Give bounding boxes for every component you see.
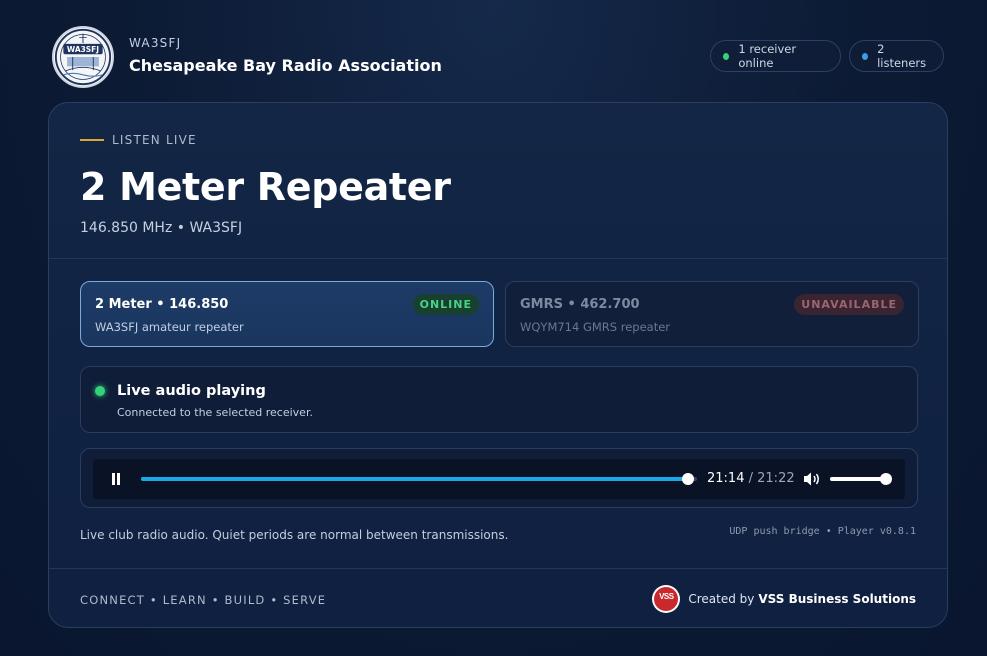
- time-display: 21:14 / 21:22: [707, 471, 795, 486]
- status-badge: UNAVAILABLE: [794, 294, 904, 315]
- receiver-card-gmrs[interactable]: GMRS • 462.700 WQYM714 GMRS repeater UNA…: [505, 281, 919, 347]
- duration: 21:22: [757, 471, 795, 486]
- club-logo: WA3SFJ: [52, 26, 114, 88]
- pause-icon: [117, 473, 120, 485]
- listeners-pill: 2 listeners: [849, 40, 944, 72]
- credit-prefix: Created by: [688, 592, 755, 606]
- footer-divider: [49, 568, 947, 569]
- receiver-card-2m[interactable]: 2 Meter • 146.850 WA3SFJ amateur repeate…: [80, 281, 494, 347]
- site-callsign: WA3SFJ: [129, 36, 182, 50]
- credit[interactable]: VSS Created by VSS Business Solutions: [652, 585, 916, 613]
- organization-name: Chesapeake Bay Radio Association: [129, 56, 442, 75]
- audio-player: 21:14 / 21:22: [93, 459, 905, 499]
- status-desc: Connected to the selected receiver.: [117, 406, 313, 419]
- page-subtitle: 146.850 MHz • WA3SFJ: [80, 220, 243, 236]
- listener-dot-icon: [862, 52, 869, 60]
- pause-icon: [112, 473, 115, 485]
- pause-button[interactable]: [109, 472, 123, 486]
- version-info: UDP push bridge • Player v0.8.1: [729, 526, 916, 537]
- receiver-name: GMRS • 462.700: [520, 297, 640, 312]
- volume-fill: [830, 477, 886, 481]
- vss-logo-text: VSS: [659, 592, 674, 601]
- audio-note: Live club radio audio. Quiet periods are…: [80, 528, 509, 542]
- page-title: 2 Meter Repeater: [80, 165, 451, 209]
- receiver-name: 2 Meter • 146.850: [95, 297, 229, 312]
- club-logo-graphic: WA3SFJ: [54, 28, 112, 86]
- eyebrow-text: LISTEN LIVE: [112, 133, 197, 147]
- receiver-desc: WA3SFJ amateur repeater: [95, 320, 244, 334]
- seek-thumb[interactable]: [682, 473, 695, 485]
- online-dot-icon: [723, 52, 730, 60]
- site-header: WA3SFJ WA3SFJ Chesapeake Bay Radio Assoc…: [52, 26, 944, 88]
- playback-status: Live audio playing Connected to the sele…: [80, 366, 918, 433]
- current-time: 21:14: [707, 471, 745, 486]
- eyebrow: LISTEN LIVE: [80, 133, 197, 147]
- motto: CONNECT • LEARN • BUILD • SERVE: [80, 593, 327, 607]
- divider: [49, 258, 947, 259]
- receiver-desc: WQYM714 GMRS repeater: [520, 320, 671, 334]
- volume-slider[interactable]: [830, 473, 892, 485]
- volume-thumb[interactable]: [880, 473, 892, 485]
- status-dot-icon: [95, 386, 105, 396]
- listeners-text: 2 listeners: [877, 42, 927, 70]
- volume-icon: [804, 472, 819, 486]
- time-separator: /: [748, 471, 753, 486]
- receivers-online-text: 1 receiver online: [738, 42, 797, 70]
- receivers-online-pill: 1 receiver online: [710, 40, 841, 72]
- status-title: Live audio playing: [117, 383, 266, 399]
- seek-bar[interactable]: [141, 473, 697, 485]
- credit-name[interactable]: VSS Business Solutions: [758, 592, 916, 606]
- main-card: LISTEN LIVE 2 Meter Repeater 146.850 MHz…: [48, 102, 948, 628]
- audio-player-container: 21:14 / 21:22: [80, 448, 918, 508]
- vss-logo-icon: VSS: [652, 585, 681, 613]
- seek-fill: [141, 477, 689, 481]
- mute-button[interactable]: [803, 471, 821, 487]
- eyebrow-bar: [80, 139, 104, 141]
- status-badge: ONLINE: [412, 294, 479, 315]
- logo-callsign: WA3SFJ: [67, 45, 99, 54]
